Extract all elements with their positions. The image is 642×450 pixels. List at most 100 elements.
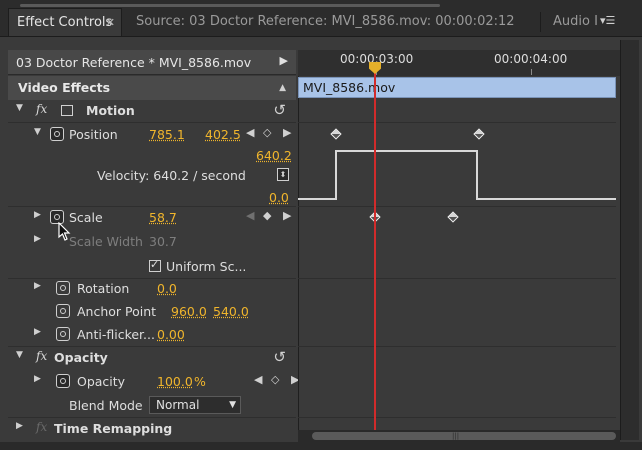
keyframe-timeline[interactable] bbox=[298, 50, 621, 440]
timeline-row-divider bbox=[298, 122, 616, 123]
scale-width-label: Scale Width bbox=[69, 234, 143, 249]
expand-arrow-icon[interactable]: ▶ bbox=[34, 327, 41, 337]
blend-mode-select[interactable]: Normal ▼ bbox=[149, 396, 241, 414]
add-keyframe-icon[interactable]: ◆ bbox=[263, 209, 271, 222]
property-row-blend-mode: Blend Mode Normal ▼ bbox=[8, 394, 296, 418]
tab-effect-controls[interactable]: Effect Controls ✕ bbox=[8, 8, 122, 36]
opacity-value[interactable]: 100.0 bbox=[157, 374, 193, 389]
rotation-value[interactable]: 0.0 bbox=[157, 281, 177, 296]
effect-controls-panel: Effect Controls ✕ Source: 03 Doctor Refe… bbox=[0, 0, 642, 450]
prev-keyframe-icon[interactable]: ◀ bbox=[254, 373, 262, 386]
panel-bottom-edge bbox=[0, 442, 642, 450]
expand-arrow-icon[interactable]: ▼ bbox=[16, 103, 23, 113]
prev-keyframe-icon[interactable]: ◀ bbox=[246, 209, 254, 222]
video-effects-label: Video Effects bbox=[18, 80, 111, 95]
property-row-rotation: ▶ Rotation 0.0 bbox=[8, 277, 296, 301]
anchor-point-label: Anchor Point bbox=[77, 304, 157, 319]
scale-width-value: 30.7 bbox=[149, 234, 177, 249]
scale-label: Scale bbox=[69, 210, 103, 225]
graph-scale-toggle-icon[interactable]: ⬍ bbox=[277, 168, 289, 181]
opacity-label: Opacity bbox=[77, 374, 126, 389]
effect-row-motion: ▼ fx Motion ↺ bbox=[8, 99, 296, 123]
expand-arrow-icon[interactable]: ▶ bbox=[34, 374, 41, 384]
stopwatch-icon[interactable] bbox=[56, 374, 70, 388]
velocity-min-value: 0.0 bbox=[269, 190, 289, 205]
show-timeline-arrow-icon[interactable]: ▶ bbox=[280, 54, 288, 67]
stopwatch-icon[interactable] bbox=[56, 281, 70, 295]
velocity-graph-line bbox=[476, 150, 478, 200]
velocity-max-value: 640.2 bbox=[256, 148, 292, 163]
uniform-scale-label: Uniform Sc... bbox=[166, 259, 247, 274]
velocity-text: Velocity: 640.2 / second bbox=[97, 168, 246, 183]
add-keyframe-icon[interactable]: ◇ bbox=[263, 126, 271, 139]
expand-arrow-icon[interactable]: ▶ bbox=[34, 281, 41, 291]
blend-mode-label: Blend Mode bbox=[69, 398, 143, 413]
scrollbar-grip-icon: ||| bbox=[452, 432, 460, 440]
fx-icon[interactable]: fx bbox=[36, 349, 47, 363]
position-x-value[interactable]: 785.1 bbox=[149, 127, 185, 142]
uniform-scale-checkbox[interactable] bbox=[149, 258, 161, 272]
property-row-uniform-scale: Uniform Sc... bbox=[8, 255, 296, 279]
stopwatch-icon[interactable] bbox=[56, 304, 70, 318]
scale-value[interactable]: 58.7 bbox=[149, 210, 177, 225]
clip-header-title: 03 Doctor Reference * MVI_8586.mov bbox=[16, 55, 252, 70]
prev-keyframe-icon[interactable]: ◀ bbox=[246, 126, 254, 139]
timeline-row-divider bbox=[298, 206, 616, 207]
playhead-line[interactable] bbox=[374, 62, 376, 440]
clip-bar[interactable]: MVI_8586.mov bbox=[298, 77, 616, 98]
add-keyframe-icon[interactable]: ◇ bbox=[271, 373, 279, 386]
chevron-down-icon: ▼ bbox=[229, 400, 236, 410]
opacity-unit: % bbox=[194, 374, 206, 389]
property-row-opacity: ▶ Opacity 100.0 % ◀ ◇ ▶ bbox=[8, 370, 299, 394]
opacity-effect-label: Opacity bbox=[54, 350, 108, 365]
video-effects-header: Video Effects ▲ bbox=[8, 76, 296, 100]
property-row-anti-flicker: ▶ Anti-flicker... 0.00 bbox=[8, 323, 296, 347]
reset-icon[interactable]: ↺ bbox=[273, 101, 286, 119]
expand-arrow-icon[interactable]: ▼ bbox=[16, 350, 23, 360]
velocity-graph-line bbox=[335, 150, 337, 200]
expand-arrow-icon[interactable]: ▶ bbox=[34, 234, 41, 244]
mouse-cursor-icon bbox=[58, 222, 71, 241]
velocity-graph-line bbox=[476, 198, 616, 200]
panel-menu-icon[interactable]: ▾☰ bbox=[600, 14, 615, 27]
clip-bar-label: MVI_8586.mov bbox=[303, 80, 396, 95]
property-row-position: ▼ Position 785.1 402.5 ◀ ◇ ▶ bbox=[8, 123, 296, 147]
vertical-scrollbar[interactable] bbox=[620, 40, 639, 440]
effect-row-time-remapping: ▶ fx Time Remapping bbox=[8, 417, 296, 441]
scrollbar-thumb[interactable] bbox=[312, 432, 616, 440]
next-keyframe-icon[interactable]: ▶ bbox=[283, 126, 291, 139]
anti-flicker-label: Anti-flicker... bbox=[77, 327, 155, 342]
next-keyframe-icon[interactable]: ▶ bbox=[283, 209, 291, 222]
tab-audio[interactable]: Audio I bbox=[553, 8, 598, 36]
panel-drag-strip[interactable] bbox=[20, 4, 440, 7]
horizontal-scrollbar[interactable]: ||| bbox=[298, 430, 620, 442]
expand-arrow-icon[interactable]: ▶ bbox=[34, 210, 41, 220]
property-row-scale-width: ▶ Scale Width 30.7 bbox=[8, 230, 296, 254]
stopwatch-icon[interactable] bbox=[56, 327, 70, 341]
anti-flicker-value[interactable]: 0.00 bbox=[157, 327, 185, 342]
tab-source[interactable]: Source: 03 Doctor Reference: MVI_8586.mo… bbox=[136, 8, 515, 36]
reset-icon[interactable]: ↺ bbox=[273, 348, 286, 366]
expand-arrow-icon[interactable]: ▼ bbox=[34, 127, 41, 137]
collapse-up-icon[interactable]: ▲ bbox=[279, 83, 286, 93]
timecode-right: 00:00:04:00 bbox=[494, 52, 568, 66]
anchor-point-x-value[interactable]: 960.0 bbox=[171, 304, 207, 319]
clip-header: 03 Doctor Reference * MVI_8586.mov ▶ bbox=[8, 50, 296, 75]
position-y-value[interactable]: 402.5 bbox=[205, 127, 241, 142]
ruler-tick bbox=[531, 69, 532, 75]
close-icon[interactable]: ✕ bbox=[106, 9, 115, 37]
effect-row-opacity: ▼ fx Opacity ↺ bbox=[8, 346, 296, 370]
motion-transform-icon[interactable] bbox=[61, 105, 73, 116]
property-row-scale: ▶ Scale 58.7 ◀ ◆ ▶ bbox=[8, 206, 296, 230]
expand-arrow-icon[interactable]: ▶ bbox=[16, 421, 23, 431]
velocity-graph-line bbox=[335, 150, 477, 152]
position-label: Position bbox=[69, 127, 118, 142]
time-ruler[interactable]: 00:00:03:00 00:00:04:00 bbox=[298, 50, 620, 76]
anchor-point-y-value[interactable]: 540.0 bbox=[213, 304, 249, 319]
stopwatch-icon[interactable] bbox=[50, 127, 64, 141]
tab-effect-controls-label: Effect Controls bbox=[17, 15, 113, 30]
timeline-row-divider bbox=[298, 278, 616, 279]
motion-label: Motion bbox=[86, 103, 135, 118]
fx-icon[interactable]: fx bbox=[36, 420, 47, 434]
fx-icon[interactable]: fx bbox=[36, 102, 47, 116]
